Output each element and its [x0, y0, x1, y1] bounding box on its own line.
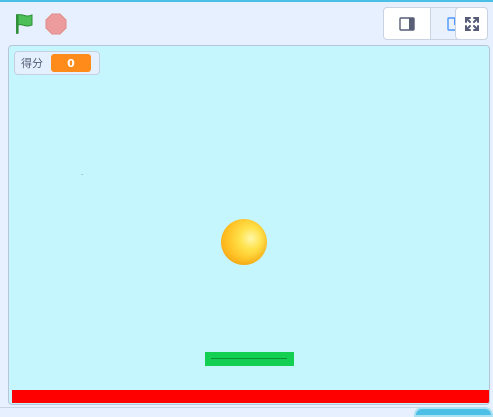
score-variable-monitor: 得分 0 [14, 51, 100, 75]
stop-button[interactable] [45, 13, 67, 35]
ball-sprite[interactable] [221, 219, 267, 265]
paddle-center-line [211, 358, 287, 359]
floor-bar-sprite[interactable] [12, 390, 489, 403]
game-stage[interactable]: 得分 0 [8, 45, 490, 405]
green-flag-button[interactable] [12, 12, 36, 36]
fullscreen-button[interactable] [455, 7, 488, 40]
small-stage-button[interactable] [384, 8, 432, 39]
small-stage-icon [399, 16, 415, 31]
stage-header-toolbar [0, 2, 493, 44]
score-value: 0 [51, 54, 91, 72]
score-label: 得分 [21, 57, 43, 70]
stop-sign-icon [45, 13, 67, 35]
fullscreen-icon [464, 16, 479, 31]
paddle-sprite[interactable] [205, 352, 294, 366]
stage-dot [81, 174, 83, 175]
green-flag-icon [16, 14, 33, 34]
bottom-right-panel-button[interactable] [414, 407, 493, 417]
